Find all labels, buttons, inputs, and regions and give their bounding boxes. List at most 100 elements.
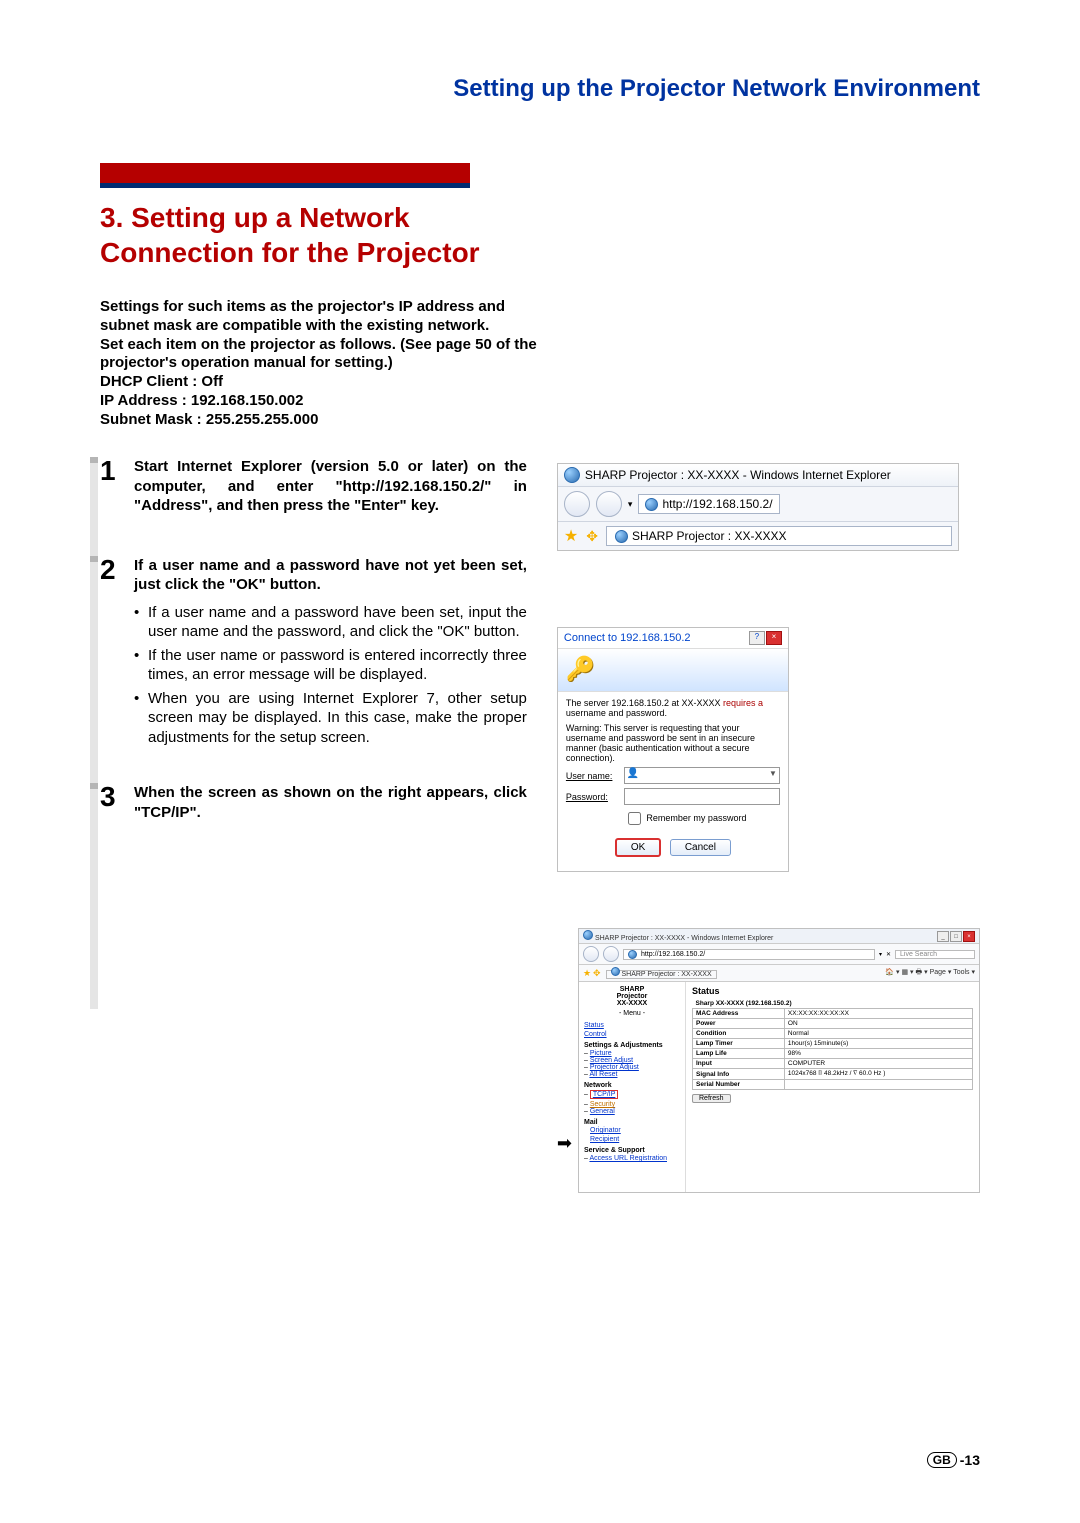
table-row: MAC AddressXX:XX:XX:XX:XX:XX (693, 1009, 973, 1019)
table-row: Signal Info1024x768 ⌷ 48.2kHz / ∇ 60.0 H… (693, 1069, 973, 1080)
remember-label: Remember my password (646, 813, 746, 823)
step-number: 2 (100, 556, 134, 584)
nav-mail-head: Mail (584, 1119, 680, 1126)
close-button[interactable]: × (766, 631, 782, 645)
search-placeholder: Live Search (900, 951, 937, 958)
nav-back-button[interactable] (564, 491, 590, 517)
nav-settings-adjustments: Settings & Adjustments (584, 1042, 680, 1049)
nav-all-reset[interactable]: All Reset (589, 1071, 617, 1078)
nav-recipient[interactable]: Recipient (590, 1136, 680, 1143)
toolbar-home-icon[interactable]: 🏠 ▾ (885, 969, 899, 976)
dropdown-icon[interactable]: ▾ (628, 499, 633, 510)
address-url-text: http://192.168.150.2/ (641, 951, 705, 958)
username-label: User name: (566, 771, 624, 781)
nav-picture[interactable]: Picture (590, 1050, 612, 1057)
close-button[interactable]: × (963, 931, 975, 942)
table-row: Serial Number (693, 1080, 973, 1090)
nav-originator[interactable]: Originator (590, 1127, 680, 1134)
dialog-warning: Warning: This server is requesting that … (566, 723, 780, 763)
sidebar-nav: SHARP Projector XX-XXXX - Menu - Status … (579, 982, 686, 1192)
password-field[interactable] (624, 788, 780, 805)
nav-service-support: Service & Support (584, 1147, 680, 1154)
section-accent-bar (100, 163, 470, 188)
intro-paragraph: Settings for such items as the projector… (100, 298, 540, 429)
browser-tab[interactable]: SHARP Projector : XX-XXXX (606, 970, 717, 979)
nav-access-url[interactable]: Access URL Registration (589, 1155, 667, 1162)
dialog-text: The server 192.168.150.2 at XX-XXXX requ… (566, 698, 780, 718)
search-field[interactable]: Live Search (895, 950, 975, 959)
toolbar-right-text[interactable]: Page ▾ Tools ▾ (930, 969, 975, 976)
step-2-bullet: When you are using Internet Explorer 7, … (134, 689, 527, 748)
toolbar-print-icon[interactable]: 🖶 ▾ (916, 969, 928, 976)
step-1-heading: Start Internet Explorer (version 5.0 or … (134, 457, 527, 516)
window-title: SHARP Projector : XX-XXXX - Windows Inte… (595, 935, 773, 942)
help-button[interactable]: ? (749, 631, 765, 645)
window-title: SHARP Projector : XX-XXXX - Windows Inte… (585, 468, 891, 482)
screenshot-status-page: SHARP Projector : XX-XXXX - Windows Inte… (578, 928, 980, 1193)
ok-button[interactable]: OK (615, 838, 661, 857)
ie-icon (583, 930, 593, 940)
key-icon: 🔑 (566, 655, 596, 684)
address-field[interactable]: http://192.168.150.2/ (623, 949, 875, 960)
table-row: ConditionNormal (693, 1029, 973, 1039)
step-2-heading: If a user name and a password have not y… (134, 556, 527, 595)
refresh-button[interactable]: Refresh (692, 1094, 731, 1103)
nav-brand: SHARP Projector XX-XXXX (584, 986, 680, 1007)
add-favorites-icon[interactable]: ✥ (586, 528, 598, 545)
callout-arrow-icon: ➡ (557, 1133, 572, 1154)
page-header-title: Setting up the Projector Network Environ… (100, 75, 980, 103)
nav-status[interactable]: Status (584, 1022, 680, 1029)
password-label: Password: (566, 792, 624, 802)
ie-page-icon (611, 967, 620, 976)
browser-tab[interactable]: SHARP Projector : XX-XXXX (606, 526, 952, 546)
table-row: Lamp Life98% (693, 1049, 973, 1059)
table-row: InputCOMPUTER (693, 1059, 973, 1069)
address-field[interactable]: http://192.168.150.2/ (638, 494, 779, 514)
cancel-button[interactable]: Cancel (670, 839, 731, 856)
maximize-button[interactable]: □ (950, 931, 962, 942)
nav-tcpip[interactable]: TCP/IP (590, 1090, 619, 1099)
nav-menu-caption: - Menu - (584, 1010, 680, 1017)
step-3-heading: When the screen as shown on the right ap… (134, 783, 527, 822)
toolbar-feed-icon[interactable]: ▦ ▾ (902, 969, 914, 976)
section-title: 3. Setting up a Network Connection for t… (100, 200, 480, 270)
ie-page-icon (615, 530, 628, 543)
dialog-title: Connect to 192.168.150.2 (564, 632, 691, 644)
screenshot-ie-address: SHARP Projector : XX-XXXX - Windows Inte… (557, 463, 959, 551)
step-2-bullet: If a user name and a password have been … (134, 603, 527, 642)
address-url-text: http://192.168.150.2/ (662, 497, 772, 511)
status-table: Sharp XX-XXXX (192.168.150.2) MAC Addres… (692, 999, 973, 1090)
add-favorites-icon[interactable]: ✥ (593, 968, 601, 978)
username-field[interactable]: 👤 (624, 767, 780, 784)
nav-screen-adjust[interactable]: Screen Adjust (590, 1057, 633, 1064)
table-row: Lamp Timer1hour(s) 15minute(s) (693, 1039, 973, 1049)
page-footer: GB -13 (927, 1452, 980, 1468)
remember-checkbox[interactable] (628, 812, 641, 825)
ie-page-icon (645, 498, 658, 511)
nav-control[interactable]: Control (584, 1031, 680, 1038)
table-row: PowerON (693, 1019, 973, 1029)
favorites-star-icon[interactable]: ★ (583, 968, 591, 978)
nav-back-button[interactable] (583, 946, 599, 962)
screenshot-auth-dialog: Connect to 192.168.150.2 ? × 🔑 The serve… (557, 627, 789, 872)
nav-general[interactable]: General (590, 1108, 615, 1115)
nav-projector-adjust[interactable]: Projector Adjust (590, 1064, 639, 1071)
footer-page-number: -13 (960, 1452, 980, 1468)
ie-icon (564, 467, 580, 483)
step-2-bullet: If the user name or password is entered … (134, 646, 527, 685)
content-status-title: Status (692, 986, 973, 996)
footer-gb-badge: GB (927, 1452, 957, 1468)
nav-security[interactable]: Security (590, 1101, 615, 1108)
tab-title: SHARP Projector : XX-XXXX (632, 529, 787, 543)
step-side-bar (90, 783, 98, 1009)
nav-forward-button[interactable] (603, 946, 619, 962)
step-number: 1 (100, 457, 134, 485)
nav-network-head: Network (584, 1082, 680, 1089)
tab-title: SHARP Projector : XX-XXXX (621, 971, 711, 978)
table-caption: Sharp XX-XXXX (192.168.150.2) (693, 999, 973, 1009)
nav-forward-button[interactable] (596, 491, 622, 517)
favorites-star-icon[interactable]: ★ (564, 526, 578, 546)
minimize-button[interactable]: _ (937, 931, 949, 942)
ie-page-icon (628, 950, 637, 959)
step-number: 3 (100, 783, 134, 811)
